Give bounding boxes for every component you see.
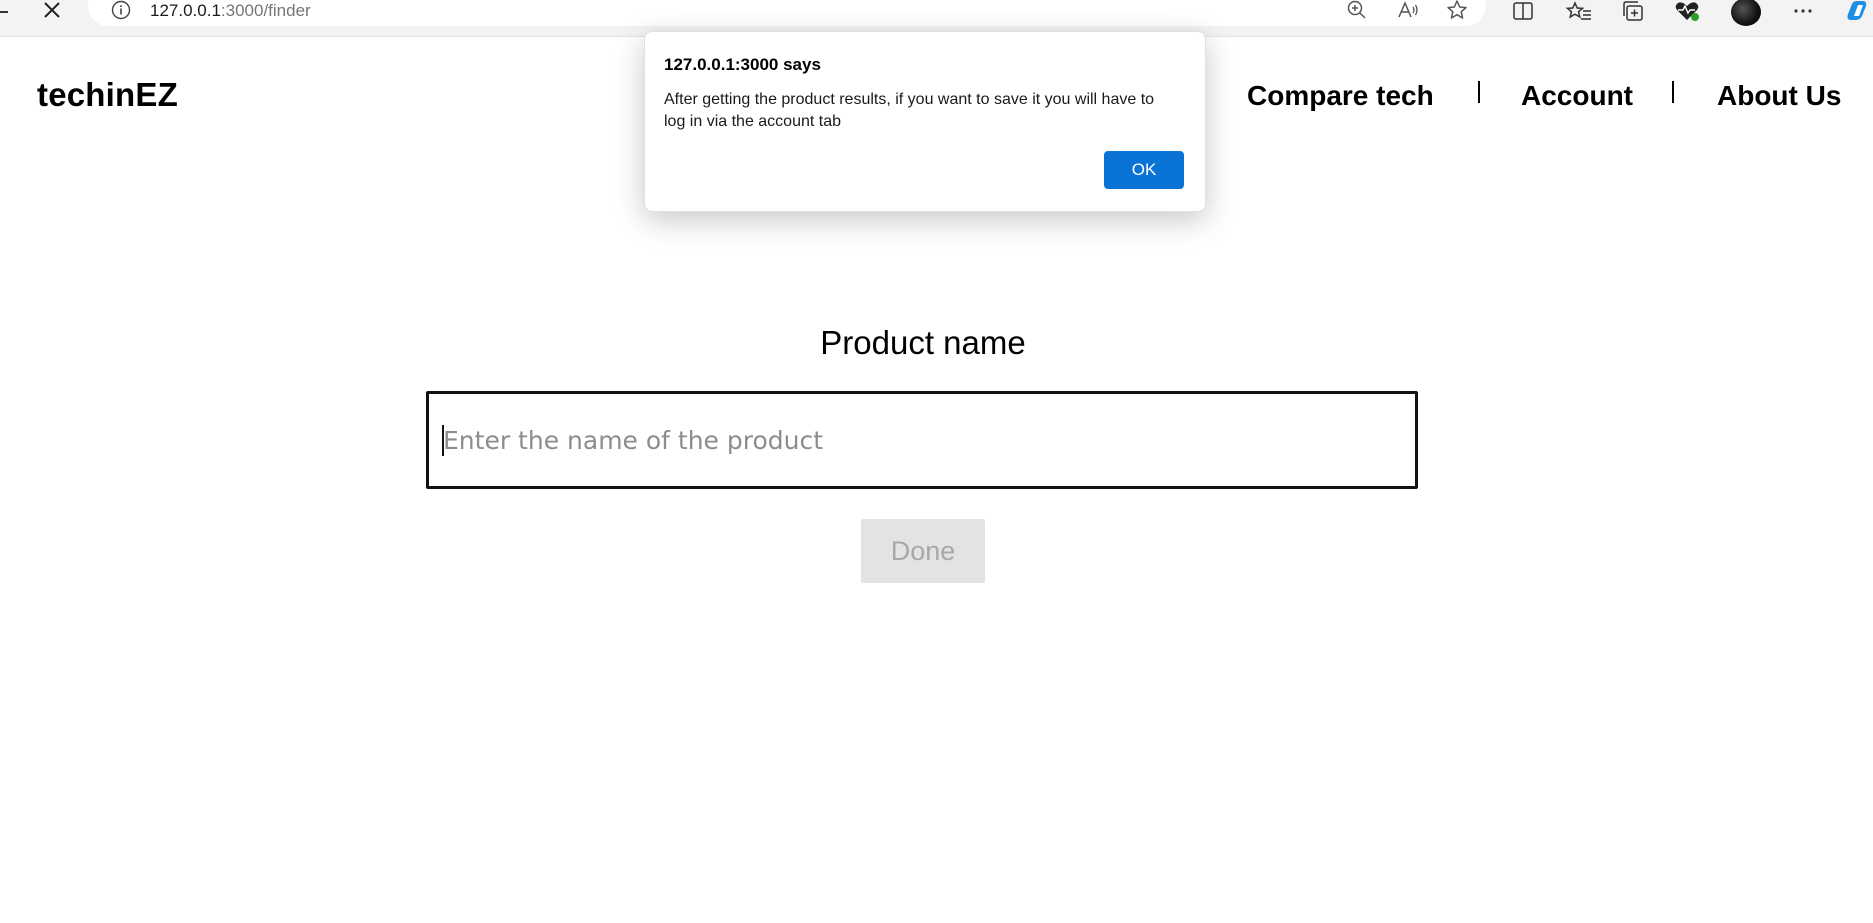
url-path: :3000/finder <box>220 1 311 20</box>
site-logo[interactable]: techinEZ <box>37 76 178 114</box>
url-text[interactable]: 127.0.0.1:3000/finder <box>150 1 311 21</box>
nav-separator <box>1672 81 1674 103</box>
more-options-icon[interactable] <box>1789 0 1817 24</box>
product-name-input[interactable] <box>426 391 1418 489</box>
product-name-label: Product name <box>820 324 1026 361</box>
ok-button[interactable]: OK <box>1104 151 1184 189</box>
read-aloud-icon[interactable] <box>1396 0 1420 22</box>
nav-compare-tech[interactable]: Compare tech <box>1247 80 1434 112</box>
collections-icon[interactable] <box>1619 0 1647 24</box>
alert-dialog: 127.0.0.1:3000 says After getting the pr… <box>644 31 1206 212</box>
nav-account[interactable]: Account <box>1521 80 1633 112</box>
copilot-icon[interactable] <box>1843 0 1871 24</box>
site-info-icon[interactable] <box>110 0 132 21</box>
favorites-icon[interactable] <box>1565 0 1593 24</box>
url-host: 127.0.0.1 <box>150 1 221 20</box>
address-bar[interactable]: 127.0.0.1:3000/finder <box>88 0 1486 26</box>
nav-about-us[interactable]: About Us <box>1717 80 1841 112</box>
nav-separator <box>1478 81 1480 103</box>
split-screen-icon[interactable] <box>1509 0 1537 24</box>
favorite-star-icon[interactable] <box>1445 0 1469 22</box>
browser-essentials-icon[interactable] <box>1673 0 1701 24</box>
zoom-icon[interactable] <box>1345 0 1369 22</box>
dialog-message: After getting the product results, if yo… <box>664 91 1155 130</box>
close-tab-icon[interactable] <box>40 0 64 22</box>
text-caret <box>442 425 444 456</box>
minimize-icon[interactable] <box>0 11 8 13</box>
done-button[interactable]: Done <box>861 519 985 583</box>
dialog-title: 127.0.0.1:3000 says <box>664 55 821 74</box>
profile-avatar[interactable] <box>1731 0 1761 26</box>
